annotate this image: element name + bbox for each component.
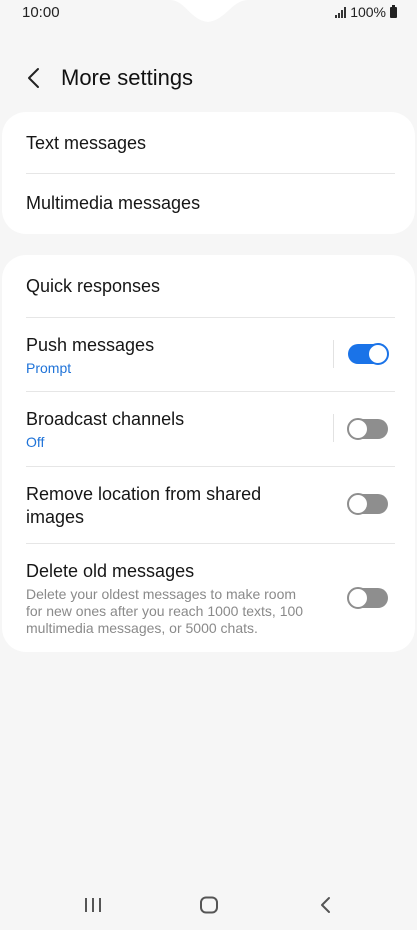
chevron-left-icon <box>28 68 39 88</box>
system-nav-bar <box>0 880 417 930</box>
remove-location-toggle[interactable] <box>347 493 388 515</box>
broadcast-channels-status: Off <box>26 434 45 450</box>
delete-old-desc-line1: Delete your oldest messages to make room <box>26 586 297 602</box>
toggle-knob <box>347 587 369 609</box>
multimedia-messages-label: Multimedia messages <box>26 193 201 213</box>
signal-icon <box>335 6 347 18</box>
delete-old-messages-item[interactable]: Delete old messages Delete your oldest m… <box>2 544 415 652</box>
vertical-separator <box>333 414 334 442</box>
vertical-separator <box>333 340 334 368</box>
text-messages-item[interactable]: Text messages <box>2 112 415 173</box>
back-button[interactable] <box>18 62 50 94</box>
quick-responses-item[interactable]: Quick responses <box>2 255 415 317</box>
delete-old-desc-line2: for new ones after you reach 1000 texts,… <box>26 603 304 619</box>
toggle-knob <box>367 343 389 365</box>
nav-back-button[interactable] <box>306 890 346 920</box>
multimedia-messages-item[interactable]: Multimedia messages <box>2 174 415 234</box>
battery-percent: 100% <box>350 4 386 20</box>
push-messages-label: Push messages <box>26 335 155 355</box>
text-messages-label: Text messages <box>26 133 147 153</box>
recents-icon <box>85 898 101 912</box>
battery-icon <box>390 4 397 18</box>
toggle-knob <box>347 493 369 515</box>
remove-location-label-line1: Remove location from shared <box>26 484 262 504</box>
broadcast-channels-item[interactable]: Broadcast channels Off <box>2 392 415 466</box>
app-header: More settings <box>0 52 417 104</box>
recents-button[interactable] <box>73 890 113 920</box>
status-time: 10:00 <box>22 4 60 21</box>
page-title: More settings <box>61 65 194 90</box>
broadcast-channels-label: Broadcast channels <box>26 409 185 429</box>
delete-old-messages-toggle[interactable] <box>347 587 388 609</box>
push-messages-status: Prompt <box>26 360 72 376</box>
remove-location-label-line2: images <box>26 507 85 527</box>
delete-old-messages-label: Delete old messages <box>26 561 195 581</box>
home-icon <box>200 896 218 914</box>
remove-location-item[interactable]: Remove location from shared images <box>2 467 415 543</box>
broadcast-channels-toggle[interactable] <box>347 418 388 440</box>
push-messages-toggle[interactable] <box>348 343 389 365</box>
home-button[interactable] <box>189 890 229 920</box>
back-arrow-icon <box>321 897 330 913</box>
quick-responses-label: Quick responses <box>26 276 161 296</box>
more-options-card: Quick responses Push messages Prompt Bro… <box>2 255 415 652</box>
toggle-knob <box>347 418 369 440</box>
delete-old-desc-line3: multimedia messages, or 5000 chats. <box>26 620 258 636</box>
status-indicators: 100% <box>335 4 397 20</box>
status-bar: 10:00 100% <box>0 0 417 26</box>
messages-settings-card: Text messages Multimedia messages <box>2 112 415 234</box>
push-messages-item[interactable]: Push messages Prompt <box>2 318 415 391</box>
